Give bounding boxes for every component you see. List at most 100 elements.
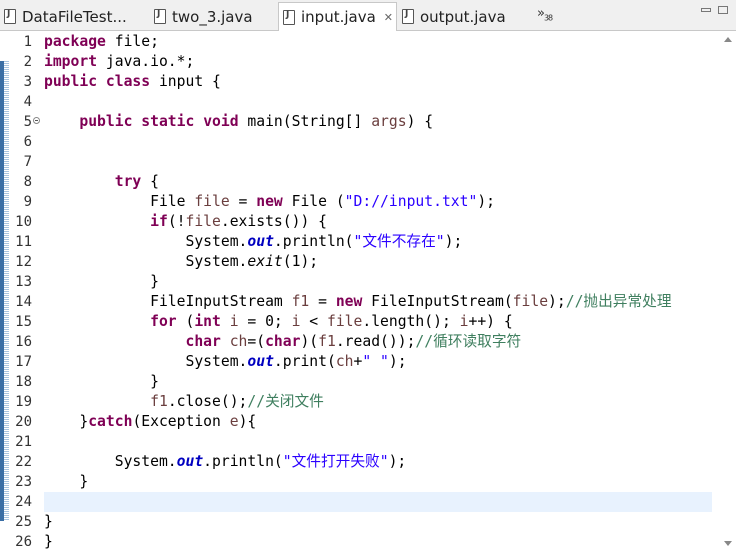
code-line[interactable]: 11 System.out.println("文件不存在");: [0, 232, 736, 252]
code-token: java.io.*;: [97, 53, 195, 70]
scroll-down-icon[interactable]: [724, 541, 732, 546]
code-text: import java.io.*;: [44, 52, 194, 72]
tab-overflow-button[interactable]: »38: [537, 6, 553, 23]
scroll-up-icon[interactable]: [724, 37, 732, 42]
tab-input[interactable]: input.java ✕: [278, 2, 397, 31]
code-token: out: [247, 353, 274, 370]
tab-output[interactable]: output.java: [398, 3, 528, 30]
line-number: 8: [23, 174, 32, 190]
code-token: ) {: [406, 113, 434, 130]
code-line[interactable]: 25}: [0, 512, 736, 532]
code-line[interactable]: 2 import java.io.*;: [0, 52, 736, 72]
code-line[interactable]: 12 System.exit(1);: [0, 252, 736, 272]
code-token: file;: [105, 33, 159, 50]
line-number: 17: [15, 354, 32, 370]
code-token: ){: [238, 413, 257, 430]
code-token: input {: [150, 73, 221, 90]
overflow-count: 38: [543, 13, 553, 23]
code-token: exit: [247, 253, 283, 270]
current-line[interactable]: 24: [15, 492, 712, 512]
code-line[interactable]: 18 }: [0, 372, 736, 392]
code-token: File (: [282, 193, 345, 210]
code-token: class: [105, 73, 151, 90]
line-number: 23: [15, 474, 32, 490]
code-line[interactable]: 3 public class input {: [0, 72, 736, 92]
code-token: System.: [44, 353, 248, 370]
code-text: }: [44, 532, 53, 552]
code-text: f1.close();//关闭文件: [44, 392, 324, 412]
code-line[interactable]: 4: [0, 92, 736, 112]
tab-datafiletest[interactable]: DataFileTest...: [0, 3, 150, 30]
code-token: ch: [229, 333, 248, 350]
close-icon[interactable]: ✕: [384, 11, 393, 24]
code-line[interactable]: 26}: [0, 532, 736, 552]
code-token: char: [185, 333, 221, 350]
code-token: i: [459, 313, 469, 330]
code-text: FileInputStream f1 = new FileInputStream…: [44, 292, 672, 312]
code-token: .println(: [203, 453, 283, 470]
code-line[interactable]: 8 try {: [0, 172, 736, 192]
tab-label: input.java: [301, 8, 376, 26]
code-token: System.: [44, 233, 248, 250]
line-number: 12: [15, 254, 32, 270]
java-file-icon: [283, 9, 295, 25]
code-line[interactable]: 10 if(!file.exists()) {: [0, 212, 736, 232]
minimize-icon[interactable]: [701, 8, 711, 12]
java-file-icon: [4, 9, 16, 24]
code-line[interactable]: 17 System.out.print(ch+" ");: [0, 352, 736, 372]
code-line[interactable]: 1 package file;: [0, 32, 736, 52]
line-number: 2: [23, 54, 32, 70]
line-number: 11: [15, 234, 32, 250]
code-line[interactable]: 9 File file = new File ("D://input.txt")…: [0, 192, 736, 212]
line-number: 1: [23, 34, 32, 50]
code-line[interactable]: 19 f1.close();//关闭文件: [0, 392, 736, 412]
code-token: char: [265, 333, 301, 350]
line-number: 6: [23, 134, 32, 150]
code-text: }: [44, 512, 53, 532]
line-number: 3: [23, 74, 32, 90]
code-text: for (int i = 0; i < file.length(); i++) …: [44, 312, 513, 332]
code-token: )(: [300, 333, 319, 350]
code-text: public class input {: [44, 72, 221, 92]
code-token: i: [229, 313, 239, 330]
line-number: 26: [15, 534, 32, 550]
code-token: );: [548, 293, 566, 310]
code-line[interactable]: 23 }: [0, 472, 736, 492]
code-token: }: [44, 273, 159, 290]
code-line[interactable]: 7: [0, 152, 736, 172]
code-line[interactable]: 16 char ch=(char)(f1.read());//循环读取字符: [0, 332, 736, 352]
code-line[interactable]: 14 FileInputStream f1 = new FileInputStr…: [0, 292, 736, 312]
code-editor[interactable]: 1 package file; 2 import java.io.*; 3 public …: [0, 31, 736, 552]
line-number: 5: [23, 114, 32, 130]
code-token: );: [477, 193, 495, 210]
line-number: 15: [15, 314, 32, 330]
code-line[interactable]: 20 }catch(Exception e){: [0, 412, 736, 432]
vertical-scrollbar[interactable]: [720, 31, 736, 552]
code-token: public: [44, 73, 98, 90]
fold-toggle-icon[interactable]: [33, 117, 40, 124]
code-line[interactable]: 13 }: [0, 272, 736, 292]
code-token: //抛出异常处理: [565, 293, 672, 310]
tab-two-3[interactable]: two_3.java: [150, 3, 276, 30]
code-line[interactable]: 5 public static void main(String[] args)…: [0, 112, 736, 132]
code-token: " ": [362, 353, 389, 370]
code-token: <: [300, 313, 327, 330]
maximize-icon[interactable]: [718, 6, 728, 14]
code-line[interactable]: 22 System.out.println("文件打开失败");: [0, 452, 736, 472]
code-token: }: [44, 513, 53, 530]
code-token: .read());: [335, 333, 416, 350]
code-token: }: [44, 413, 89, 430]
code-token: FileInputStream: [44, 293, 292, 310]
tab-label: output.java: [420, 7, 506, 26]
code-line[interactable]: 21: [0, 432, 736, 452]
code-line[interactable]: 15 for (int i = 0; i < file.length(); i+…: [0, 312, 736, 332]
chevron-double-right-icon: »: [537, 6, 545, 21]
code-token: .close();: [167, 393, 248, 410]
code-text: System.out.print(ch+" ");: [44, 352, 406, 372]
line-number: 14: [15, 294, 32, 310]
code-line[interactable]: 6: [0, 132, 736, 152]
